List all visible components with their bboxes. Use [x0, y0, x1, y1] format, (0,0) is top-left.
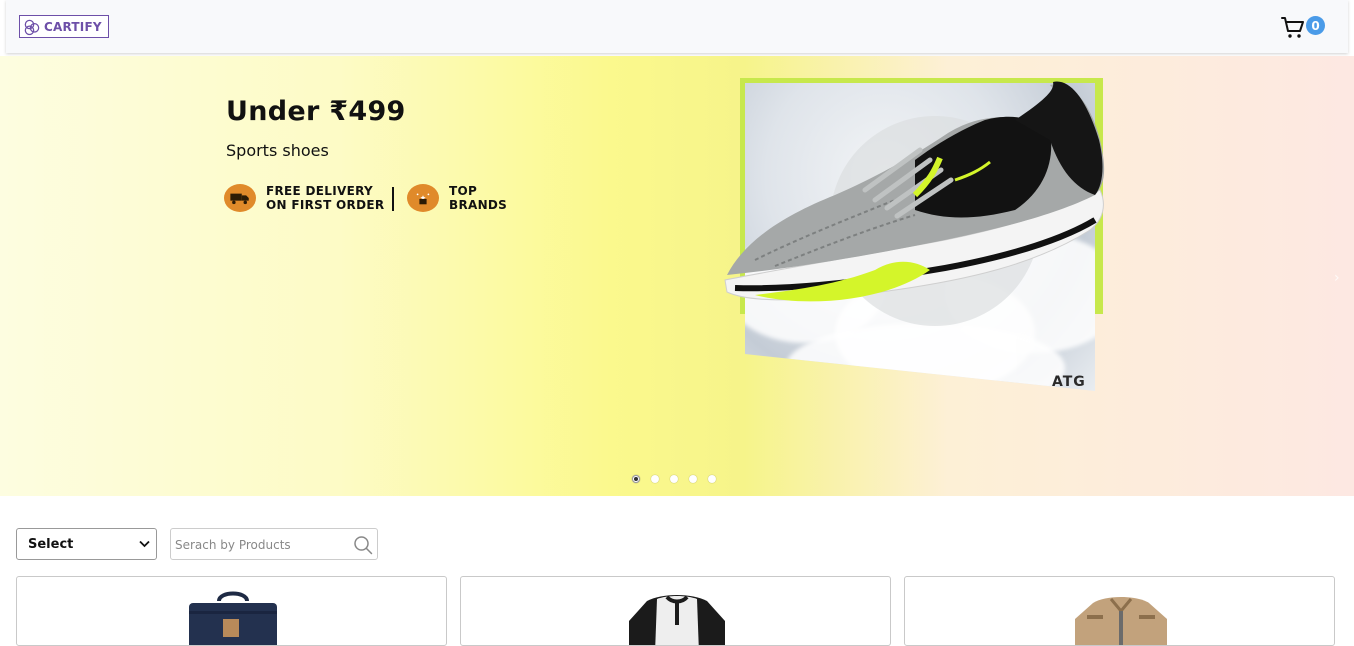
sneaker-image: [724, 81, 1105, 302]
feature-free-delivery: FREE DELIVERY ON FIRST ORDER: [224, 184, 384, 212]
carousel-dot-1[interactable]: [632, 475, 640, 483]
truck-icon: [224, 184, 256, 212]
banner-title: Under ₹499: [226, 96, 406, 127]
carousel-dots: [632, 475, 716, 483]
cart-button[interactable]: 0: [1281, 15, 1327, 41]
chevron-down-icon: [139, 538, 150, 551]
product-card[interactable]: [904, 576, 1335, 646]
product-card[interactable]: [16, 576, 447, 646]
product-card[interactable]: [460, 576, 891, 646]
carousel-next-icon[interactable]: ›: [1334, 270, 1340, 286]
star-badge-icon: [407, 184, 439, 212]
category-select-value: Select: [28, 536, 74, 552]
carousel-dot-4[interactable]: [689, 475, 697, 483]
feature-divider: [392, 187, 394, 211]
logo[interactable]: CARTIFY: [19, 15, 109, 38]
feature-line2: ON FIRST ORDER: [266, 198, 385, 212]
logo-text: CARTIFY: [44, 19, 102, 34]
logo-icon: [24, 19, 40, 35]
feature-line1: FREE DELIVERY: [266, 184, 373, 198]
banner-subtitle: Sports shoes: [226, 141, 329, 160]
search-input[interactable]: [175, 535, 345, 555]
feature-line1: TOP: [449, 184, 478, 198]
category-select[interactable]: Select: [16, 528, 157, 560]
carousel-dot-5[interactable]: [708, 475, 716, 483]
search-icon[interactable]: [353, 535, 373, 555]
product-image-jacket: [1075, 597, 1167, 645]
brand-label: ATG: [1052, 374, 1086, 390]
product-image-henley-shirt: [629, 595, 725, 645]
product-image-backpack: [189, 591, 277, 645]
feature-top-brands: TOP BRANDS: [407, 184, 507, 212]
feature-line2: BRANDS: [449, 198, 508, 212]
navbar: CARTIFY 0: [6, 0, 1348, 53]
cart-icon: [1281, 17, 1304, 38]
hero-carousel[interactable]: Under ₹499 Sports shoes FREE DELIVERY ON…: [0, 56, 1354, 496]
carousel-dot-2[interactable]: [651, 475, 659, 483]
search-box: [170, 528, 378, 560]
carousel-dot-3[interactable]: [670, 475, 678, 483]
cart-count-badge: 0: [1306, 16, 1325, 35]
